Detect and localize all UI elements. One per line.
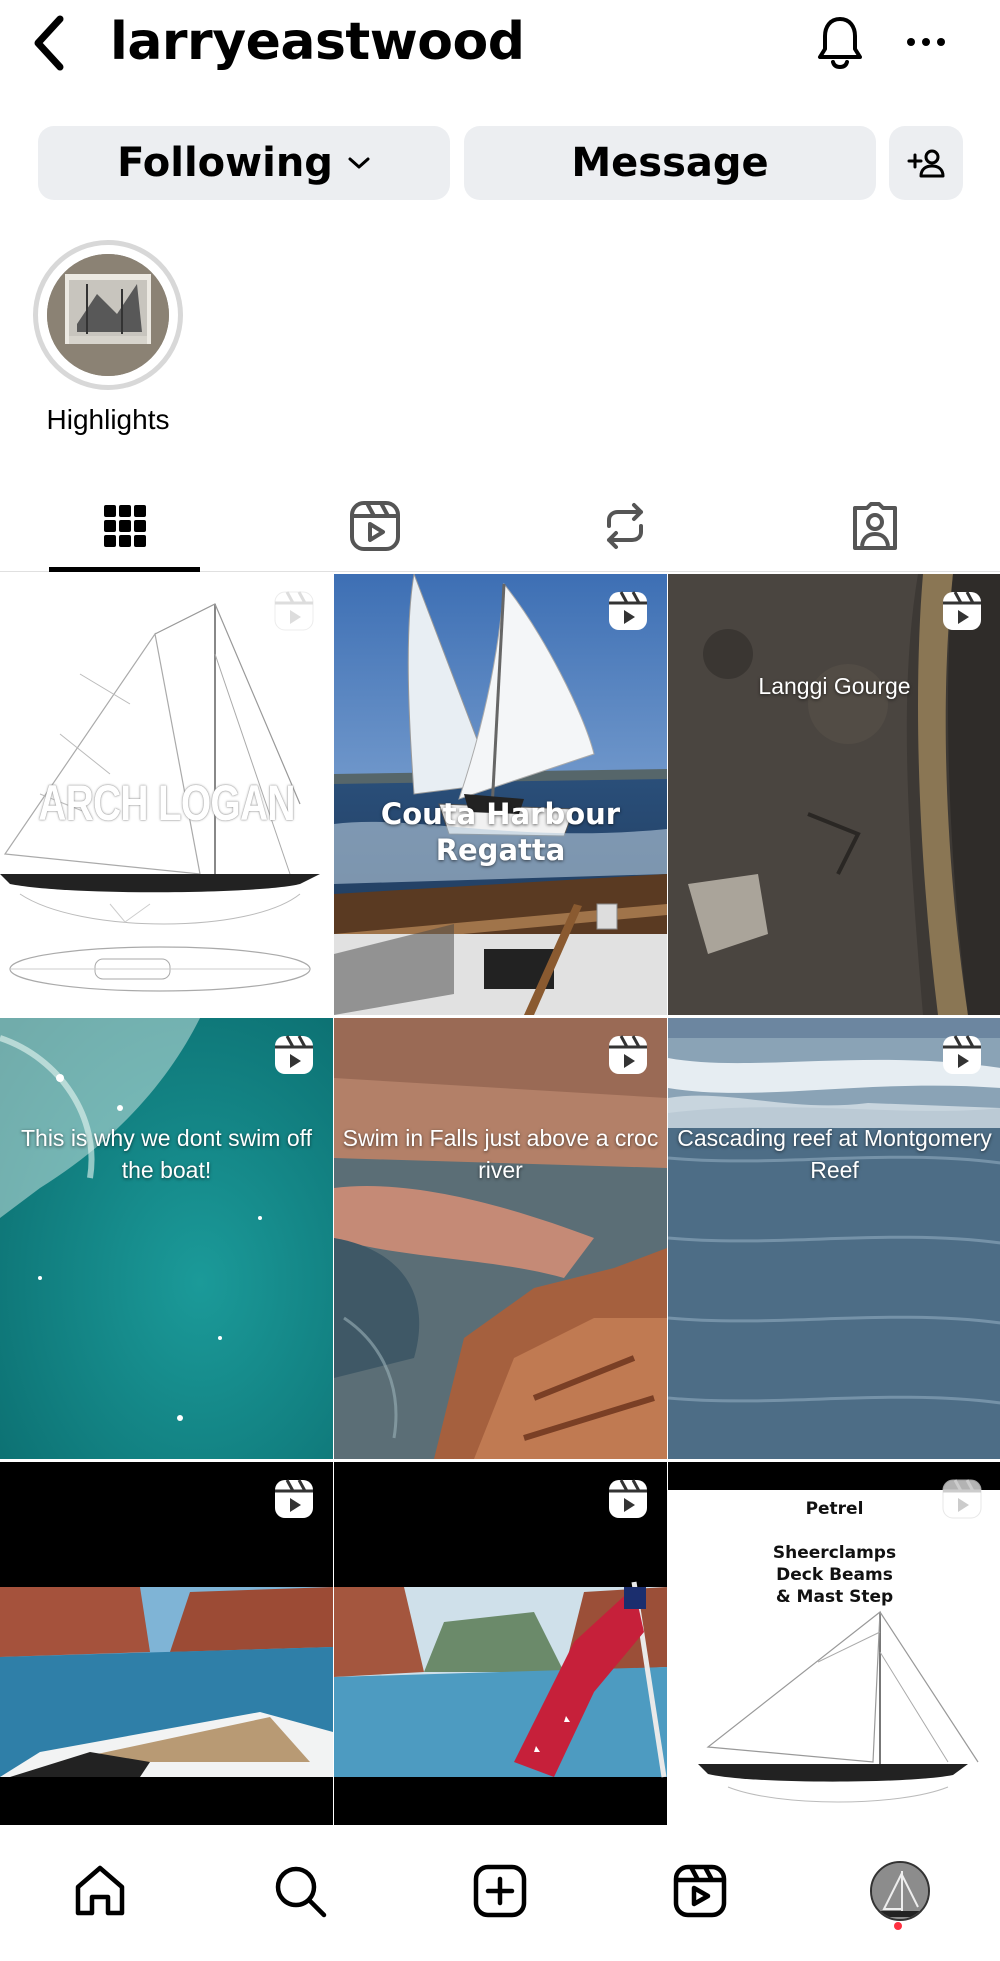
bottom-navigation: [0, 1825, 1000, 1961]
nav-home[interactable]: [60, 1851, 140, 1931]
message-button[interactable]: Message: [464, 126, 876, 200]
grid-divider: [333, 574, 334, 1825]
tab-posts-grid[interactable]: [0, 480, 250, 572]
ellipsis-icon: [907, 38, 945, 46]
notifications-button[interactable]: [808, 10, 872, 74]
back-button[interactable]: [22, 8, 78, 78]
following-button[interactable]: Following: [38, 126, 450, 200]
post-tile[interactable]: Langgi Gourge: [668, 574, 1000, 1015]
more-options-button[interactable]: [898, 10, 954, 74]
post-thumbnail: [668, 1018, 1000, 1459]
tab-tagged[interactable]: [750, 480, 1000, 572]
nav-reels[interactable]: [660, 1851, 740, 1931]
profile-tabs: [0, 480, 1000, 572]
post-subtitle-line: & Mast Step: [775, 1587, 894, 1607]
profile-header: larryeastwood: [0, 0, 1000, 90]
reel-indicator-icon: [609, 1035, 647, 1074]
nav-search[interactable]: [260, 1851, 340, 1931]
reel-indicator-icon: [943, 591, 981, 630]
post-thumbnail: [334, 1018, 667, 1459]
post-caption: Couta Harbour Regatta: [380, 797, 621, 867]
suggested-users-button[interactable]: [889, 126, 963, 200]
post-caption: Swim in Falls just above a croc river: [342, 1125, 659, 1183]
nav-profile[interactable]: [860, 1851, 940, 1931]
reel-indicator-icon: [609, 1479, 647, 1518]
post-caption: This is why we dont swim off the boat!: [20, 1125, 312, 1183]
notification-dot: [894, 1922, 902, 1930]
post-tile[interactable]: ARCH LOGAN: [0, 574, 333, 1015]
repost-icon: [607, 503, 643, 549]
highlight-cover-image: [47, 254, 169, 376]
post-subtitle-line: Deck Beams: [776, 1565, 893, 1585]
reel-indicator-icon: [275, 1035, 313, 1074]
story-highlight[interactable]: Highlights: [30, 240, 186, 436]
message-label: Message: [571, 140, 769, 186]
posts-grid: ARCH LOGAN Couta Harbour Regatta Langgi …: [0, 574, 1000, 1903]
highlight-cover-ring: [33, 240, 183, 390]
add-user-icon: [907, 149, 945, 178]
post-tile[interactable]: Couta Harbour Regatta: [334, 574, 667, 1015]
create-post-icon: [473, 1864, 527, 1918]
tab-reels[interactable]: [250, 480, 500, 572]
reel-indicator-icon: [942, 1479, 982, 1519]
highlight-label: Highlights: [46, 404, 170, 435]
bell-icon: [818, 17, 862, 69]
profile-avatar: [870, 1861, 930, 1921]
grid-icon: [104, 505, 146, 547]
post-thumbnail: [334, 574, 667, 1015]
post-tile[interactable]: This is why we dont swim off the boat!: [0, 1018, 333, 1459]
post-caption: Langgi Gourge: [758, 673, 911, 699]
post-caption: Cascading reef at Montgomery Reef: [677, 1125, 992, 1183]
post-tile[interactable]: Cascading reef at Montgomery Reef: [668, 1018, 1000, 1459]
nav-create[interactable]: [460, 1851, 540, 1931]
reels-icon: [350, 501, 400, 551]
chevron-down-icon: [347, 155, 371, 171]
grid-divider: [667, 574, 668, 1825]
search-icon: [275, 1866, 327, 1918]
post-thumbnail: [668, 574, 1000, 1015]
chevron-left-icon: [34, 15, 64, 71]
reel-indicator-icon: [274, 591, 314, 631]
reel-indicator-icon: [609, 591, 647, 630]
post-thumbnail: [0, 1018, 333, 1459]
post-overlay-title: ARCH LOGAN: [38, 775, 295, 831]
reels-icon: [673, 1864, 727, 1918]
profile-username: larryeastwood: [110, 12, 525, 72]
tagged-icon: [853, 502, 897, 550]
post-tile[interactable]: Swim in Falls just above a croc river: [334, 1018, 667, 1459]
home-icon: [75, 1865, 125, 1916]
reel-indicator-icon: [943, 1035, 981, 1074]
tab-reposts[interactable]: [500, 480, 750, 572]
reel-indicator-icon: [275, 1479, 313, 1518]
post-subtitle-line: Sheerclamps: [772, 1543, 897, 1563]
following-label: Following: [117, 140, 333, 186]
